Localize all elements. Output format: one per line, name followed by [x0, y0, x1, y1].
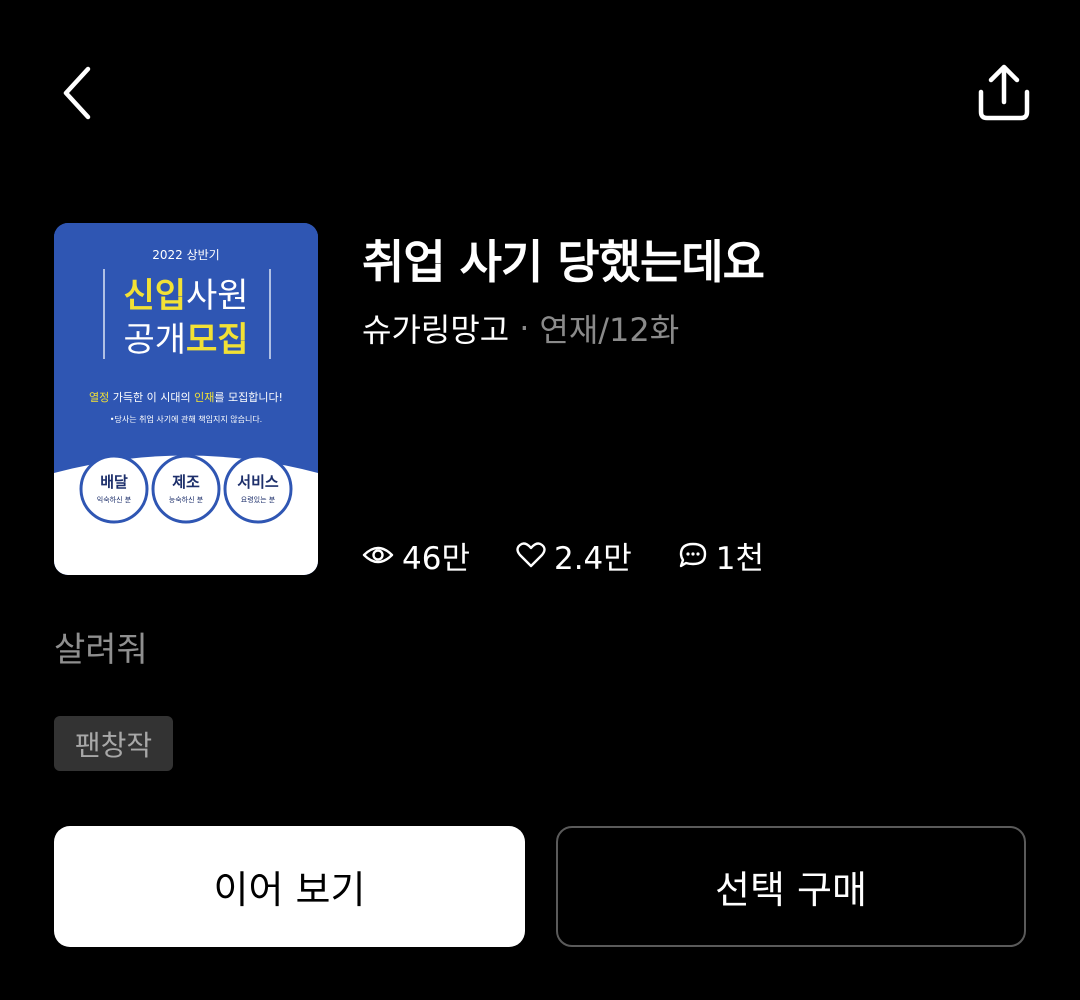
- cover-line2-rest: 공개: [123, 320, 186, 360]
- meta-separator: ·: [519, 309, 530, 347]
- continue-reading-button[interactable]: 이어 보기: [54, 826, 525, 947]
- cover-circle-2-title: 제조: [172, 473, 200, 491]
- svg-text:열정 가득한 이 시대의 인재를 모집합니다!: 열정 가득한 이 시대의 인재를 모집합니다!: [89, 391, 283, 404]
- webtoon-detail-screen: 2022 상반기 신입사원 공개모집 열정 가득한 이 시대의 인재를 모집합니…: [0, 0, 1080, 1000]
- share-button[interactable]: [968, 56, 1040, 128]
- cover-slogan-d: 를 모집합니다!: [214, 391, 283, 404]
- share-upload-icon: [978, 64, 1030, 121]
- genre-badge[interactable]: 팬창작: [54, 716, 173, 771]
- views-count: 46만: [402, 540, 470, 577]
- cover-circle-3-sub: 요령있는 분: [241, 496, 276, 504]
- synopsis-text: 살려줘: [54, 630, 148, 670]
- select-purchase-button[interactable]: 선택 구매: [556, 826, 1026, 947]
- cover-line2-highlight: 모집: [186, 320, 249, 360]
- svg-text:공개모집: 공개모집: [123, 320, 248, 360]
- cover-circle-2-sub: 능숙하신 분: [169, 495, 204, 504]
- stats-row: 46만 2.4만 1천: [362, 533, 810, 577]
- cover-line1-rest: 사원: [186, 276, 249, 316]
- cover-circle-1-title: 배달: [100, 473, 128, 491]
- cover-image[interactable]: 2022 상반기 신입사원 공개모집 열정 가득한 이 시대의 인재를 모집합니…: [54, 223, 318, 575]
- cover-slogan-a: 열정: [89, 391, 109, 404]
- eye-icon: [362, 546, 394, 564]
- cover-artwork: 2022 상반기 신입사원 공개모집 열정 가득한 이 시대의 인재를 모집합니…: [54, 223, 318, 575]
- heart-icon: [516, 542, 546, 568]
- likes-count: 2.4만: [553, 540, 632, 577]
- series-title: 취업 사기 당했는데요: [362, 235, 765, 289]
- comments-count: 1천: [715, 540, 765, 577]
- cover-circle-1: 배달 익숙하신 분: [79, 454, 149, 524]
- svg-text:신입사원: 신입사원: [123, 276, 248, 316]
- cover-year-label: 2022 상반기: [152, 248, 219, 262]
- chevron-left-icon: [63, 66, 91, 120]
- comment-icon: [679, 542, 706, 568]
- cover-slogan-b: 가득한 이 시대의: [109, 391, 194, 404]
- cover-slogan-c: 인재: [194, 391, 214, 404]
- author-name[interactable]: 슈가링망고: [362, 305, 509, 351]
- serial-status: 연재/12화: [539, 311, 680, 349]
- cover-circle-3: 서비스 요령있는 분: [223, 454, 293, 524]
- cover-circle-3-title: 서비스: [237, 473, 279, 491]
- cover-circle-1-sub: 익숙하신 분: [97, 495, 132, 504]
- cover-line1-highlight: 신입: [123, 276, 186, 316]
- back-button[interactable]: [48, 56, 108, 126]
- cover-circle-2: 제조 능숙하신 분: [151, 454, 221, 524]
- views-stat: 46만: [362, 533, 470, 578]
- comments-stat[interactable]: 1천: [678, 533, 764, 578]
- likes-stat[interactable]: 2.4만: [516, 533, 632, 578]
- cover-disclaimer: •당사는 취업 사기에 관해 책임지지 않습니다.: [110, 414, 262, 424]
- series-meta: 슈가링망고 · 연재/12화: [362, 305, 679, 351]
